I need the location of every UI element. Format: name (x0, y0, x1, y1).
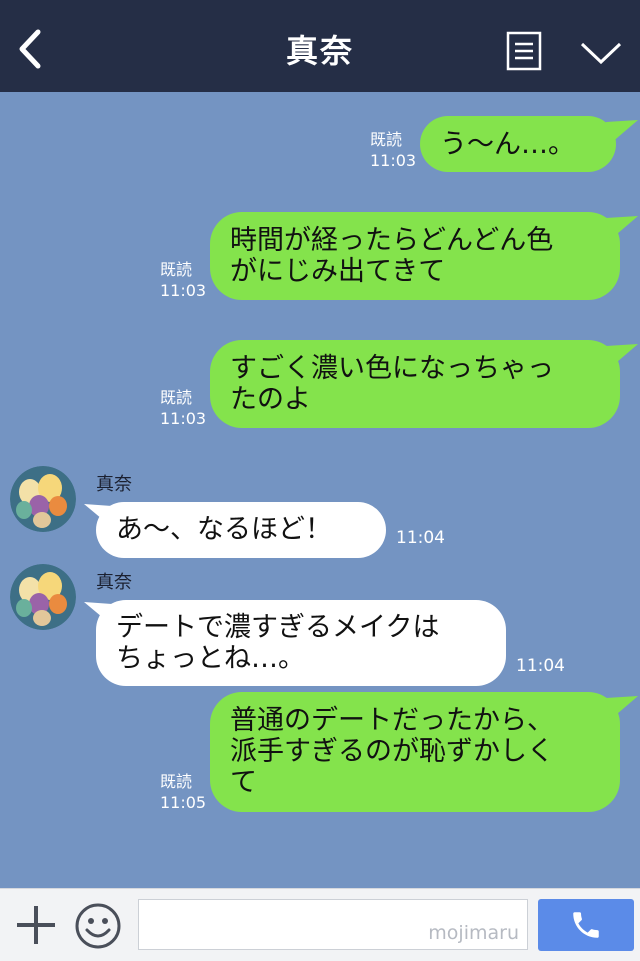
message-bubble[interactable]: あ〜、なるほど！ (96, 502, 386, 558)
bubble-tail (606, 120, 638, 144)
message-bubble[interactable]: 普通のデートだったから、 派手すぎるのが恥ずかしく て (210, 692, 620, 812)
read-receipt: 既読 (160, 388, 193, 407)
read-receipt: 既読 (160, 772, 193, 791)
message-time: 11:04 (516, 656, 565, 676)
message-text: 普通のデートだったから、 (230, 705, 554, 736)
read-receipt: 既読 (160, 260, 193, 279)
avatar[interactable] (10, 564, 76, 630)
message-text: 派手すぎるのが恥ずかしく (230, 736, 554, 767)
sender-name: 真奈 (96, 474, 132, 495)
watermark: mojimaru (428, 922, 519, 944)
message-time: 11:03 (160, 409, 207, 428)
message-text: 時間が経ったらどんどん色 (230, 225, 554, 256)
message-text: ちょっとね…。 (116, 643, 305, 674)
plus-icon[interactable] (14, 903, 58, 947)
input-bar: mojimaru (0, 888, 640, 961)
chat-title: 真奈 (285, 32, 354, 70)
message-bubble[interactable]: デートで濃すぎるメイクは ちょっとね…。 (96, 600, 506, 686)
message-bubble[interactable]: う〜ん…。 (420, 116, 616, 172)
memo-icon[interactable] (506, 31, 542, 71)
read-receipt: 既読 (370, 130, 403, 149)
message-text: う〜ん…。 (440, 129, 575, 160)
message-bubble[interactable]: すごく濃い色になっちゃっ たのよ (210, 340, 620, 428)
message-text: て (230, 767, 257, 798)
message-time: 11:03 (160, 281, 207, 300)
message-text: あ〜、なるほど！ (116, 514, 332, 545)
bubble-tail (606, 216, 638, 240)
chevron-down-icon[interactable] (578, 36, 624, 70)
message-bubble[interactable]: 時間が経ったらどんどん色 がにじみ出てきて (210, 212, 620, 300)
message-input[interactable]: mojimaru (138, 899, 528, 950)
smiley-icon[interactable] (74, 902, 122, 950)
message-text: すごく濃い色になっちゃっ (230, 353, 554, 384)
bubble-tail (606, 344, 638, 368)
avatar[interactable] (10, 466, 76, 532)
message-time: 11:04 (396, 528, 445, 548)
message-text: デートで濃すぎるメイクは (116, 612, 440, 643)
message-text: たのよ (230, 384, 311, 415)
chat-header: 真奈 (0, 0, 640, 92)
message-text: がにじみ出てきて (230, 256, 446, 287)
bubble-tail (606, 696, 638, 720)
call-button[interactable] (538, 899, 634, 951)
sender-name: 真奈 (96, 572, 132, 593)
message-time: 11:05 (160, 793, 207, 812)
message-time: 11:03 (370, 151, 417, 170)
phone-icon (573, 912, 599, 938)
